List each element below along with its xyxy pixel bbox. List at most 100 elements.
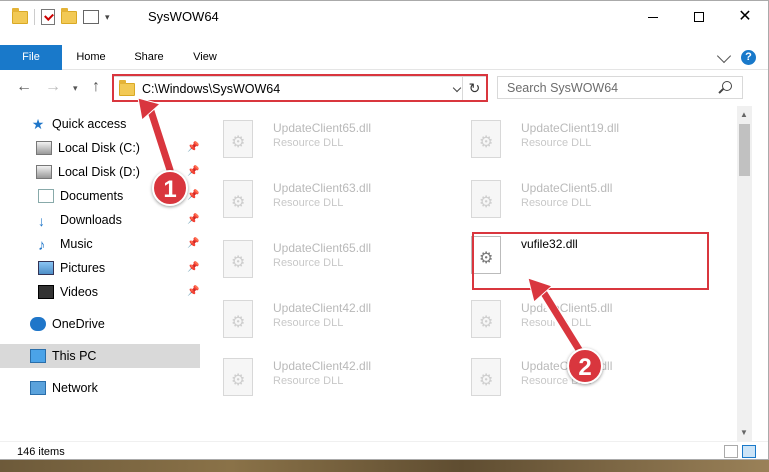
close-icon: ✕: [738, 8, 752, 25]
pin-icon[interactable]: 📌: [187, 238, 199, 249]
sidebar-item-music[interactable]: ♪ Music 📌: [38, 232, 200, 256]
close-button[interactable]: ✕: [722, 1, 768, 33]
dll-file-icon: [223, 240, 253, 278]
back-button[interactable]: ←: [16, 78, 32, 96]
dll-file-icon: [223, 358, 253, 396]
file-tile[interactable]: UpdateClient5.dll Resource DLL: [449, 292, 689, 344]
sidebar-item-label: Documents: [60, 189, 124, 203]
minimize-icon: [648, 16, 658, 18]
sidebar-item-quick-access[interactable]: ★ Quick access: [30, 112, 200, 136]
search-icon: [722, 81, 732, 91]
file-type: Resource DLL: [521, 137, 592, 149]
toolbar-divider: [34, 9, 35, 25]
sidebar-item-label: This PC: [52, 349, 97, 363]
search-input[interactable]: Search SysWOW64: [497, 76, 743, 99]
sidebar-item-local-disk-c[interactable]: Local Disk (C:) 📌: [36, 136, 200, 160]
file-name: UpdateClient65.dll: [273, 121, 372, 135]
sidebar-item-this-pc[interactable]: This PC: [0, 344, 200, 368]
file-tile[interactable]: UpdateClient65.dll Resource DLL: [201, 112, 441, 164]
sidebar-item-onedrive[interactable]: OneDrive: [30, 312, 200, 336]
file-name: UpdateClient63.dll: [273, 181, 372, 195]
file-name: UpdateClient5.dll: [521, 301, 613, 315]
customize-toolbar-icon[interactable]: ▾: [105, 12, 110, 23]
expand-ribbon-icon[interactable]: [716, 48, 732, 63]
sidebar-item-pictures[interactable]: Pictures 📌: [38, 256, 200, 280]
cloud-icon: [30, 317, 46, 331]
properties-icon[interactable]: [83, 10, 99, 24]
minimize-button[interactable]: [630, 1, 676, 33]
scroll-down-icon[interactable]: ▼: [740, 428, 748, 437]
up-button[interactable]: ↑: [92, 78, 100, 96]
details-view-icon[interactable]: [724, 445, 738, 458]
file-name: UpdateClient42.dll: [273, 359, 372, 373]
file-tile[interactable]: UpdateClient42.dll Resource DLL: [201, 292, 441, 344]
address-dropdown-icon[interactable]: [452, 83, 462, 93]
scroll-up-icon[interactable]: ▲: [740, 110, 748, 119]
recent-locations-button[interactable]: ▾: [73, 83, 78, 94]
dll-file-icon: [223, 300, 253, 338]
maximize-button[interactable]: [676, 1, 722, 33]
window-controls: ✕: [630, 1, 768, 33]
sidebar-item-downloads[interactable]: ↓ Downloads 📌: [38, 208, 200, 232]
pictures-icon: [38, 261, 54, 275]
step-2-badge: 2: [567, 348, 603, 384]
music-note-icon: ♪: [38, 237, 46, 254]
file-type: Resource DLL: [273, 197, 344, 209]
pin-icon[interactable]: 📌: [187, 286, 199, 297]
search-placeholder: Search SysWOW64: [507, 80, 619, 95]
new-folder-icon[interactable]: [61, 7, 77, 24]
file-tile[interactable]: UpdateClient63.dll Resource DLL: [201, 172, 441, 224]
tab-share[interactable]: Share: [120, 45, 178, 70]
file-name: UpdateClient42.dll: [273, 301, 372, 315]
file-tile[interactable]: UpdateClient19.dll Resource DLL: [449, 112, 689, 164]
navigation-pane: ★ Quick access Local Disk (C:) 📌 Local D…: [0, 106, 200, 436]
scroll-thumb[interactable]: [739, 124, 750, 176]
properties-check-icon[interactable]: [41, 9, 55, 25]
file-type: Resource DLL: [521, 197, 592, 209]
file-tile[interactable]: UpdateClient5.dll Resource DLL: [449, 172, 689, 224]
pin-icon[interactable]: 📌: [187, 262, 199, 273]
tab-file[interactable]: File: [0, 45, 62, 70]
dll-file-icon: [471, 300, 501, 338]
address-bar[interactable]: C:\Windows\SysWOW64 ↻: [113, 76, 487, 101]
help-icon[interactable]: ?: [741, 50, 756, 65]
computer-icon: [30, 349, 46, 363]
drive-icon: [36, 141, 52, 155]
network-icon: [30, 381, 46, 395]
sidebar-item-label: Quick access: [52, 117, 127, 131]
pin-icon[interactable]: 📌: [187, 190, 199, 201]
file-name: UpdateClient5.dll: [521, 181, 613, 195]
folder-icon[interactable]: [12, 7, 28, 24]
window-title: SysWOW64: [148, 9, 219, 24]
pin-icon[interactable]: 📌: [187, 166, 199, 177]
file-highlight: [472, 232, 709, 290]
file-tile[interactable]: UpdateClient42.dll Resource DLL: [201, 350, 441, 402]
sidebar-item-label: Music: [60, 237, 93, 251]
file-name: UpdateClient65.dll: [273, 241, 372, 255]
pin-icon[interactable]: 📌: [187, 142, 199, 153]
refresh-icon[interactable]: ↻: [462, 77, 486, 100]
file-tile[interactable]: UpdateClient65.dll Resource DLL: [201, 232, 441, 284]
sidebar-item-label: Pictures: [60, 261, 106, 275]
forward-button[interactable]: →: [45, 78, 61, 96]
tab-view[interactable]: View: [178, 45, 232, 70]
ribbon-tabs: File Home Share View ?: [0, 45, 768, 70]
download-arrow-icon: ↓: [38, 213, 45, 229]
step-1-badge: 1: [152, 170, 188, 206]
dll-file-icon: [471, 180, 501, 218]
drive-icon: [36, 165, 52, 179]
sidebar-item-network[interactable]: Network: [30, 376, 200, 400]
file-type: Resource DLL: [273, 375, 344, 387]
tab-home[interactable]: Home: [62, 45, 120, 70]
star-icon: ★: [31, 116, 45, 132]
folder-icon: [119, 80, 135, 96]
videos-icon: [38, 285, 54, 299]
dll-file-icon: [223, 120, 253, 158]
sidebar-item-videos[interactable]: Videos 📌: [38, 280, 200, 304]
sidebar-item-label: Videos: [60, 285, 98, 299]
pin-icon[interactable]: 📌: [187, 214, 199, 225]
file-name: UpdateClient19.dll: [521, 121, 620, 135]
vertical-scrollbar[interactable]: ▲ ▼: [737, 106, 752, 441]
dll-file-icon: [223, 180, 253, 218]
tiles-view-icon[interactable]: [742, 445, 756, 458]
